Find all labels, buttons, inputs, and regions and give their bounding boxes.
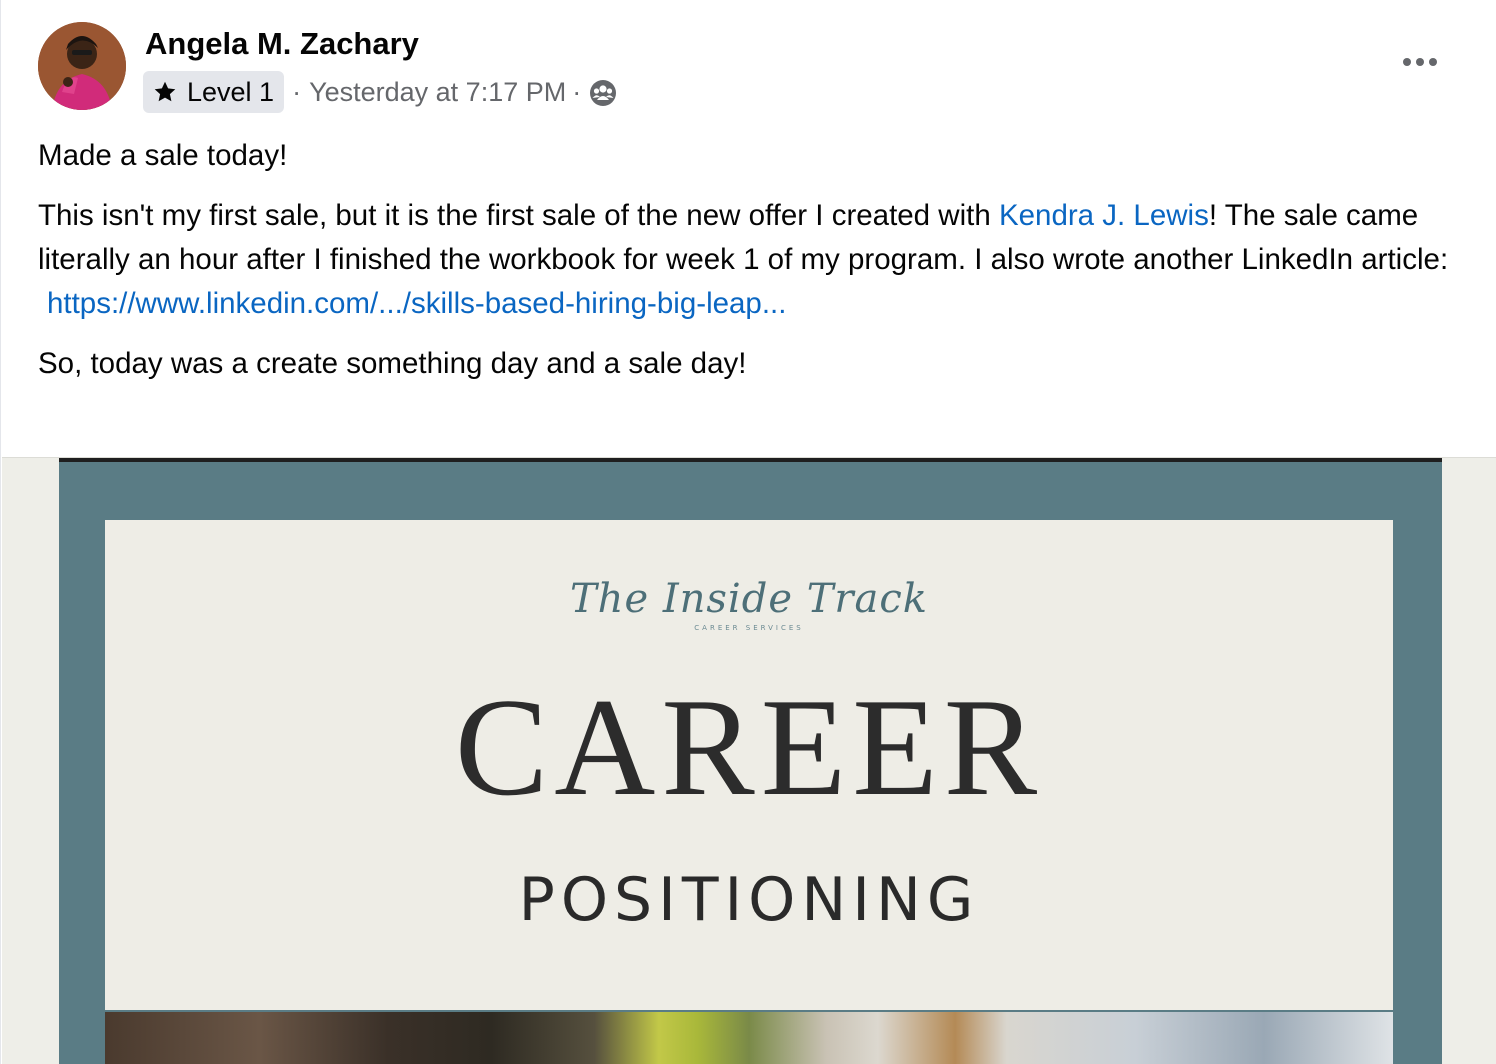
cover-paper: The Inside Track CAREER SERVICES CAREER … xyxy=(105,520,1393,1010)
post-text-segment: This isn't my first sale, but it is the … xyxy=(38,199,999,232)
post-card: Angela M. Zachary Level 1 · Yesterday at… xyxy=(0,0,1496,1064)
brand-logo-text: The Inside Track xyxy=(570,576,928,622)
post-image[interactable]: The Inside Track CAREER SERVICES CAREER … xyxy=(2,457,1496,1064)
group-icon[interactable] xyxy=(589,79,617,107)
brand-logo-subtext: CAREER SERVICES xyxy=(694,624,804,632)
meta-separator: · xyxy=(292,76,302,107)
post-text-paragraph-2: This isn't my first sale, but it is the … xyxy=(38,194,1456,326)
more-options-button[interactable] xyxy=(1396,44,1444,80)
cover-frame: The Inside Track CAREER SERVICES CAREER … xyxy=(59,458,1442,1064)
avatar[interactable] xyxy=(38,22,126,110)
level-badge-label: Level 1 xyxy=(187,76,275,107)
post-timestamp[interactable]: Yesterday at 7:17 PM xyxy=(309,77,566,108)
meta-separator-2: · xyxy=(572,76,582,107)
star-icon xyxy=(153,80,177,104)
post-body: Made a sale today! This isn't my first s… xyxy=(38,134,1456,386)
more-options-icon xyxy=(1403,58,1437,66)
avatar-image xyxy=(38,22,126,110)
cover-title: CAREER xyxy=(454,670,1044,825)
post-header: Angela M. Zachary Level 1 · Yesterday at… xyxy=(38,22,1466,117)
author-name[interactable]: Angela M. Zachary xyxy=(145,26,419,62)
cover-subtitle: POSITIONING xyxy=(518,865,980,935)
post-meta: Level 1 · Yesterday at 7:17 PM · xyxy=(143,71,617,113)
post-text-line-1: Made a sale today! xyxy=(38,139,288,172)
mention-link[interactable]: Kendra J. Lewis xyxy=(999,199,1209,232)
post-text-line-3: So, today was a create something day and… xyxy=(38,347,747,380)
level-badge[interactable]: Level 1 xyxy=(143,71,285,113)
article-link[interactable]: https://www.linkedin.com/.../skills-base… xyxy=(38,282,1456,326)
cover-photo xyxy=(105,1012,1393,1064)
